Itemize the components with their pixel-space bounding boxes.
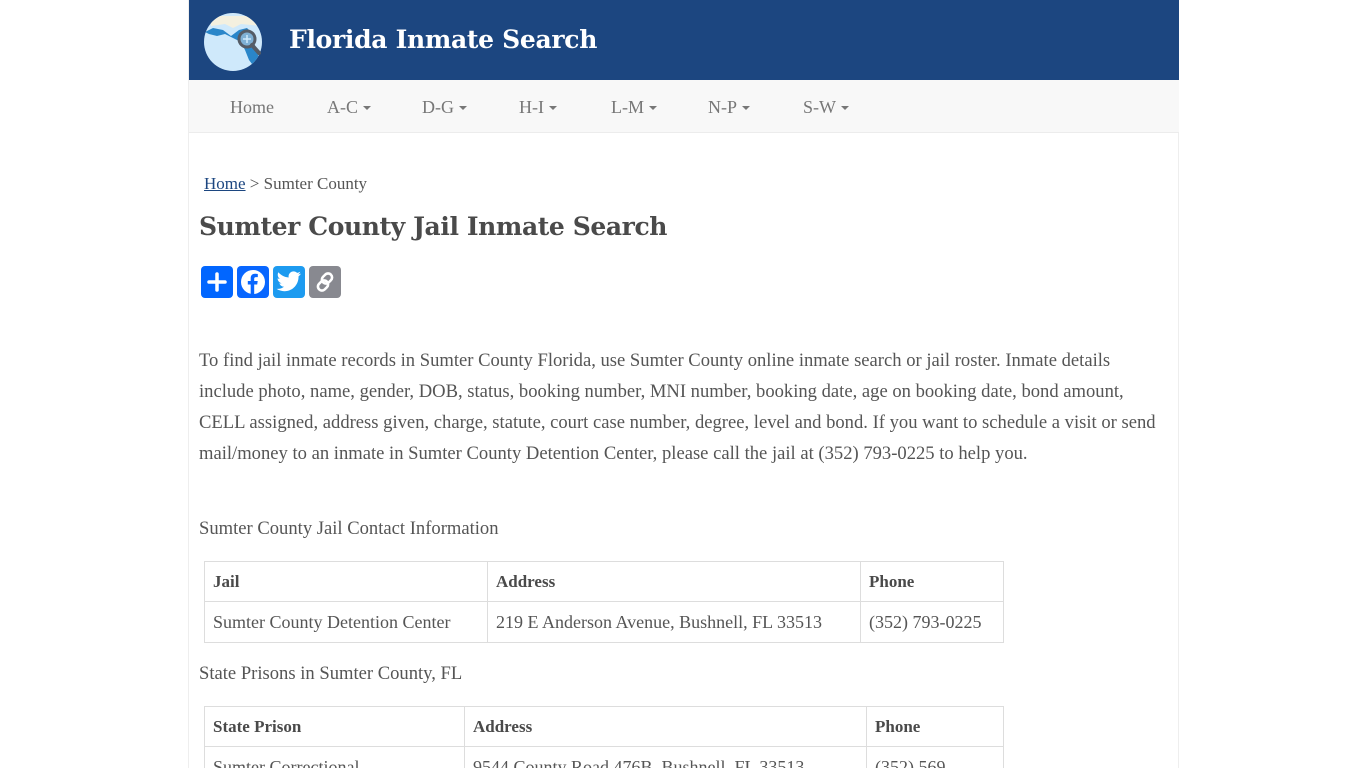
nav-label: L-M [611, 97, 644, 117]
breadcrumb-home-link[interactable]: Home [204, 174, 246, 193]
column-header-phone: Phone [866, 706, 1004, 747]
caret-down-icon [742, 105, 751, 110]
nav-label: A-C [327, 97, 358, 117]
jail-contact-table: Jail Address Phone Sumter County Detenti… [204, 561, 1004, 643]
share-button[interactable] [201, 266, 233, 298]
column-header-address: Address [464, 706, 867, 747]
nav-label: H-I [519, 97, 544, 117]
site-title[interactable]: Florida Inmate Search [289, 25, 597, 54]
column-header-address: Address [487, 561, 861, 602]
caret-down-icon [649, 105, 657, 110]
facebook-icon [241, 270, 265, 294]
table-header-row: Jail Address Phone [204, 561, 1004, 602]
table-row: Sumter Correctional 9544 County Road 476… [204, 746, 1004, 768]
prison-name-cell: Sumter Correctional [204, 746, 465, 768]
table-row: Sumter County Detention Center 219 E And… [204, 601, 1004, 643]
column-header-state-prison: State Prison [204, 706, 465, 747]
plus-icon [207, 272, 227, 292]
column-header-phone: Phone [860, 561, 1004, 602]
state-prisons-heading: State Prisons in Sumter County, FL [199, 663, 463, 684]
nav-label: D-G [422, 97, 454, 117]
nav-dropdown-l-m[interactable]: L-M [611, 97, 657, 118]
jail-phone-cell: (352) 793-0225 [860, 601, 1004, 643]
breadcrumb: Home > Sumter County [204, 174, 367, 194]
page-container: Florida Inmate Search Home A-C D-G H-I L… [188, 0, 1179, 768]
caret-down-icon [549, 105, 557, 110]
column-header-jail: Jail [204, 561, 488, 602]
page-title: Sumter County Jail Inmate Search [199, 212, 668, 241]
twitter-icon [276, 271, 301, 292]
state-prisons-table: State Prison Address Phone Sumter Correc… [204, 706, 1004, 768]
jail-name-cell: Sumter County Detention Center [204, 601, 488, 643]
nav-dropdown-a-c[interactable]: A-C [327, 97, 371, 118]
copy-link-button[interactable] [309, 266, 341, 298]
link-icon [316, 272, 334, 292]
caret-down-icon [363, 105, 371, 110]
nav-dropdown-d-g[interactable]: D-G [422, 97, 467, 118]
intro-paragraph: To find jail inmate records in Sumter Co… [199, 350, 1156, 464]
nav-dropdown-n-p[interactable]: N-P [708, 97, 751, 118]
nav-label: S-W [803, 97, 836, 117]
main-navbar: Home A-C D-G H-I L-M N-P S-W [189, 80, 1179, 133]
nav-dropdown-h-i[interactable]: H-I [519, 97, 557, 118]
nav-dropdown-s-w[interactable]: S-W [803, 97, 849, 118]
facebook-share-button[interactable] [237, 266, 269, 298]
florida-map-magnifier-icon[interactable] [203, 12, 265, 72]
breadcrumb-separator: > [245, 174, 264, 193]
prison-phone-cell: (352) 569- [866, 746, 1004, 768]
nav-home[interactable]: Home [230, 97, 274, 118]
caret-down-icon [459, 105, 467, 110]
prison-address-cell: 9544 County Road 476B, Bushnell, FL 3351… [464, 746, 867, 768]
jail-contact-heading: Sumter County Jail Contact Information [199, 518, 499, 539]
share-buttons [201, 266, 341, 298]
nav-label: Home [230, 97, 274, 117]
breadcrumb-current: Sumter County [263, 174, 368, 193]
jail-address-cell: 219 E Anderson Avenue, Bushnell, FL 3351… [487, 601, 861, 643]
twitter-share-button[interactable] [273, 266, 305, 298]
site-header: Florida Inmate Search [189, 0, 1179, 80]
caret-down-icon [841, 105, 849, 110]
table-header-row: State Prison Address Phone [204, 706, 1004, 747]
nav-label: N-P [708, 97, 738, 117]
